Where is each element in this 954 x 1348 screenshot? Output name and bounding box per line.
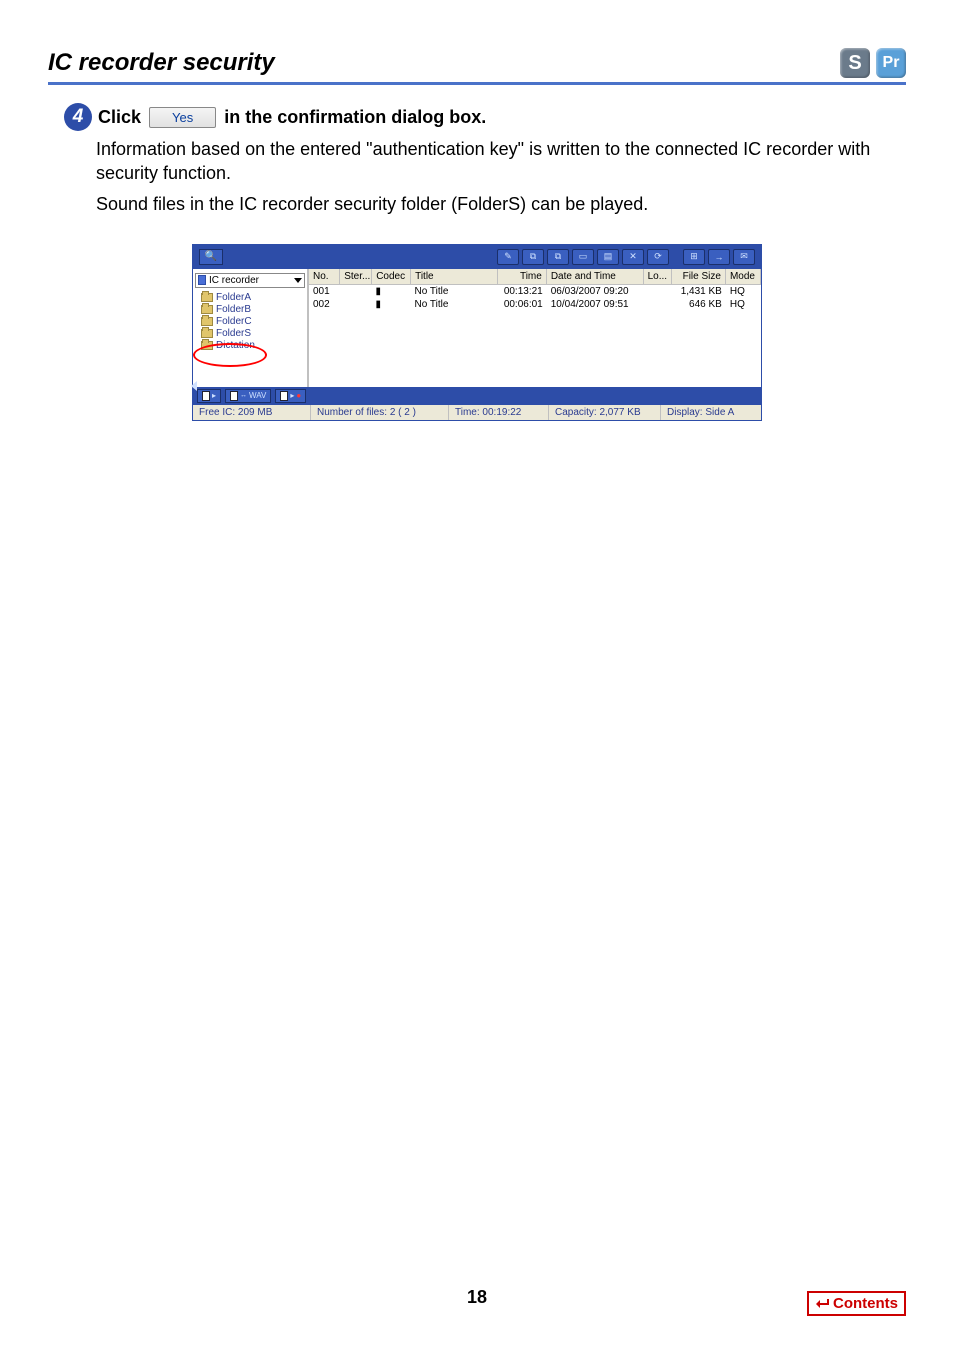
mail-icon[interactable]: ✉ <box>733 249 755 265</box>
page-icon <box>280 391 288 401</box>
status-display: Display: Side A <box>661 405 761 420</box>
contents-label: Contents <box>833 1295 898 1312</box>
cell <box>340 298 371 311</box>
list-row[interactable]: 002 ▮ No Title 00:06:01 10/04/2007 09:51… <box>309 298 761 311</box>
yes-button-inline: Yes <box>149 107 216 128</box>
chevron-down-icon <box>294 278 302 283</box>
device-dropdown[interactable]: IC recorder <box>195 273 305 288</box>
status-num-files: Number of files: 2 ( 2 ) <box>311 405 449 420</box>
search-icon[interactable]: 🔍 <box>199 249 223 265</box>
col-date[interactable]: Date and Time <box>547 269 644 284</box>
folder-icon <box>201 341 213 350</box>
cell: ▮ <box>372 298 411 311</box>
copy-icon[interactable]: ⧉ <box>522 249 544 265</box>
contents-button[interactable]: Contents <box>807 1291 906 1316</box>
col-filesize[interactable]: File Size <box>672 269 726 284</box>
col-codec[interactable]: Codec <box>372 269 411 284</box>
delete-icon[interactable]: ✕ <box>622 249 644 265</box>
col-ster[interactable]: Ster... <box>340 269 372 284</box>
cell: No Title <box>411 285 498 298</box>
properties-icon[interactable]: ▤ <box>597 249 619 265</box>
cell: HQ <box>726 285 761 298</box>
tree-label: FolderS <box>216 328 251 339</box>
step-number-badge: 4 <box>64 103 92 131</box>
edit-icon[interactable]: ✎ <box>497 249 519 265</box>
badge-s-icon: S <box>840 48 870 78</box>
transfer-icon[interactable]: → <box>708 249 730 265</box>
tree-label: Dictation <box>216 340 255 351</box>
return-arrow-icon <box>815 1297 831 1311</box>
status-capacity: Capacity: 2,077 KB <box>549 405 661 420</box>
tree-item-folderc[interactable]: FolderC <box>201 316 305 327</box>
ic-recorder-icon <box>198 275 206 285</box>
tree-label: FolderB <box>216 304 251 315</box>
toolbar: ✎ ⧉ ⧉ ▭ ▤ ✕ ⟳ ⊞ → ✉ <box>497 249 755 265</box>
cell <box>644 285 671 298</box>
step-text-pre: Click <box>98 107 141 128</box>
tree-label: FolderA <box>216 292 251 303</box>
col-no[interactable]: No. <box>309 269 340 284</box>
cell: 001 <box>309 285 340 298</box>
tab-record[interactable]: ▸● <box>275 389 306 403</box>
cell: 002 <box>309 298 340 311</box>
tab-bar: ▸ ↔WAV ▸● <box>193 387 761 405</box>
cell: 1,431 KB <box>671 285 726 298</box>
file-list: No. Ster... Codec Title Time Date and Ti… <box>309 269 761 387</box>
divider <box>48 82 906 85</box>
folder-icon[interactable]: ▭ <box>572 249 594 265</box>
paste-icon[interactable]: ⧉ <box>547 249 569 265</box>
col-mode[interactable]: Mode <box>726 269 761 284</box>
cell: 10/04/2007 09:51 <box>547 298 644 311</box>
cell <box>644 298 671 311</box>
col-time[interactable]: Time <box>498 269 547 284</box>
cell: No Title <box>411 298 498 311</box>
folder-icon <box>201 317 213 326</box>
col-lo[interactable]: Lo... <box>644 269 672 284</box>
list-header: No. Ster... Codec Title Time Date and Ti… <box>309 269 761 285</box>
tree-item-folders[interactable]: FolderS <box>201 328 305 339</box>
tree-item-foldera[interactable]: FolderA <box>201 292 305 303</box>
status-free: Free IC: 209 MB <box>193 405 311 420</box>
cell: 00:13:21 <box>498 285 547 298</box>
cell: 06/03/2007 09:20 <box>547 285 644 298</box>
refresh-icon[interactable]: ⟳ <box>647 249 669 265</box>
col-title[interactable]: Title <box>411 269 498 284</box>
tab-folder[interactable]: ▸ <box>197 389 221 403</box>
tab-label: WAV <box>249 391 266 400</box>
cell: HQ <box>726 298 761 311</box>
body-paragraph-1: Information based on the entered "authen… <box>96 137 906 186</box>
tree-item-dictation[interactable]: Dictation <box>201 340 305 351</box>
folder-icon <box>201 305 213 314</box>
page-icon <box>202 391 210 401</box>
body-paragraph-2: Sound files in the IC recorder security … <box>96 192 906 216</box>
tree-label: FolderC <box>216 316 252 327</box>
split-icon[interactable]: ⊞ <box>683 249 705 265</box>
tab-wav[interactable]: ↔WAV <box>225 389 271 403</box>
folder-icon <box>201 293 213 302</box>
tree-item-folderb[interactable]: FolderB <box>201 304 305 315</box>
folder-icon <box>201 329 213 338</box>
expand-triangle-icon[interactable] <box>191 381 197 391</box>
page-icon <box>230 391 238 401</box>
cell: 00:06:01 <box>498 298 547 311</box>
cell <box>340 285 371 298</box>
status-time: Time: 00:19:22 <box>449 405 549 420</box>
folder-tree: IC recorder FolderA FolderB FolderC Fold… <box>193 269 309 387</box>
app-screenshot: 🔍 ✎ ⧉ ⧉ ▭ ▤ ✕ ⟳ ⊞ → ✉ IC recorder <box>192 244 762 421</box>
cell: ▮ <box>372 285 411 298</box>
status-bar: Free IC: 209 MB Number of files: 2 ( 2 )… <box>193 405 761 420</box>
badge-pr-icon: Pr <box>876 48 906 78</box>
list-row[interactable]: 001 ▮ No Title 00:13:21 06/03/2007 09:20… <box>309 285 761 298</box>
device-dropdown-label: IC recorder <box>209 275 259 286</box>
cell: 646 KB <box>671 298 726 311</box>
step-text-post: in the confirmation dialog box. <box>224 107 486 128</box>
page-title: IC recorder security <box>48 49 275 77</box>
